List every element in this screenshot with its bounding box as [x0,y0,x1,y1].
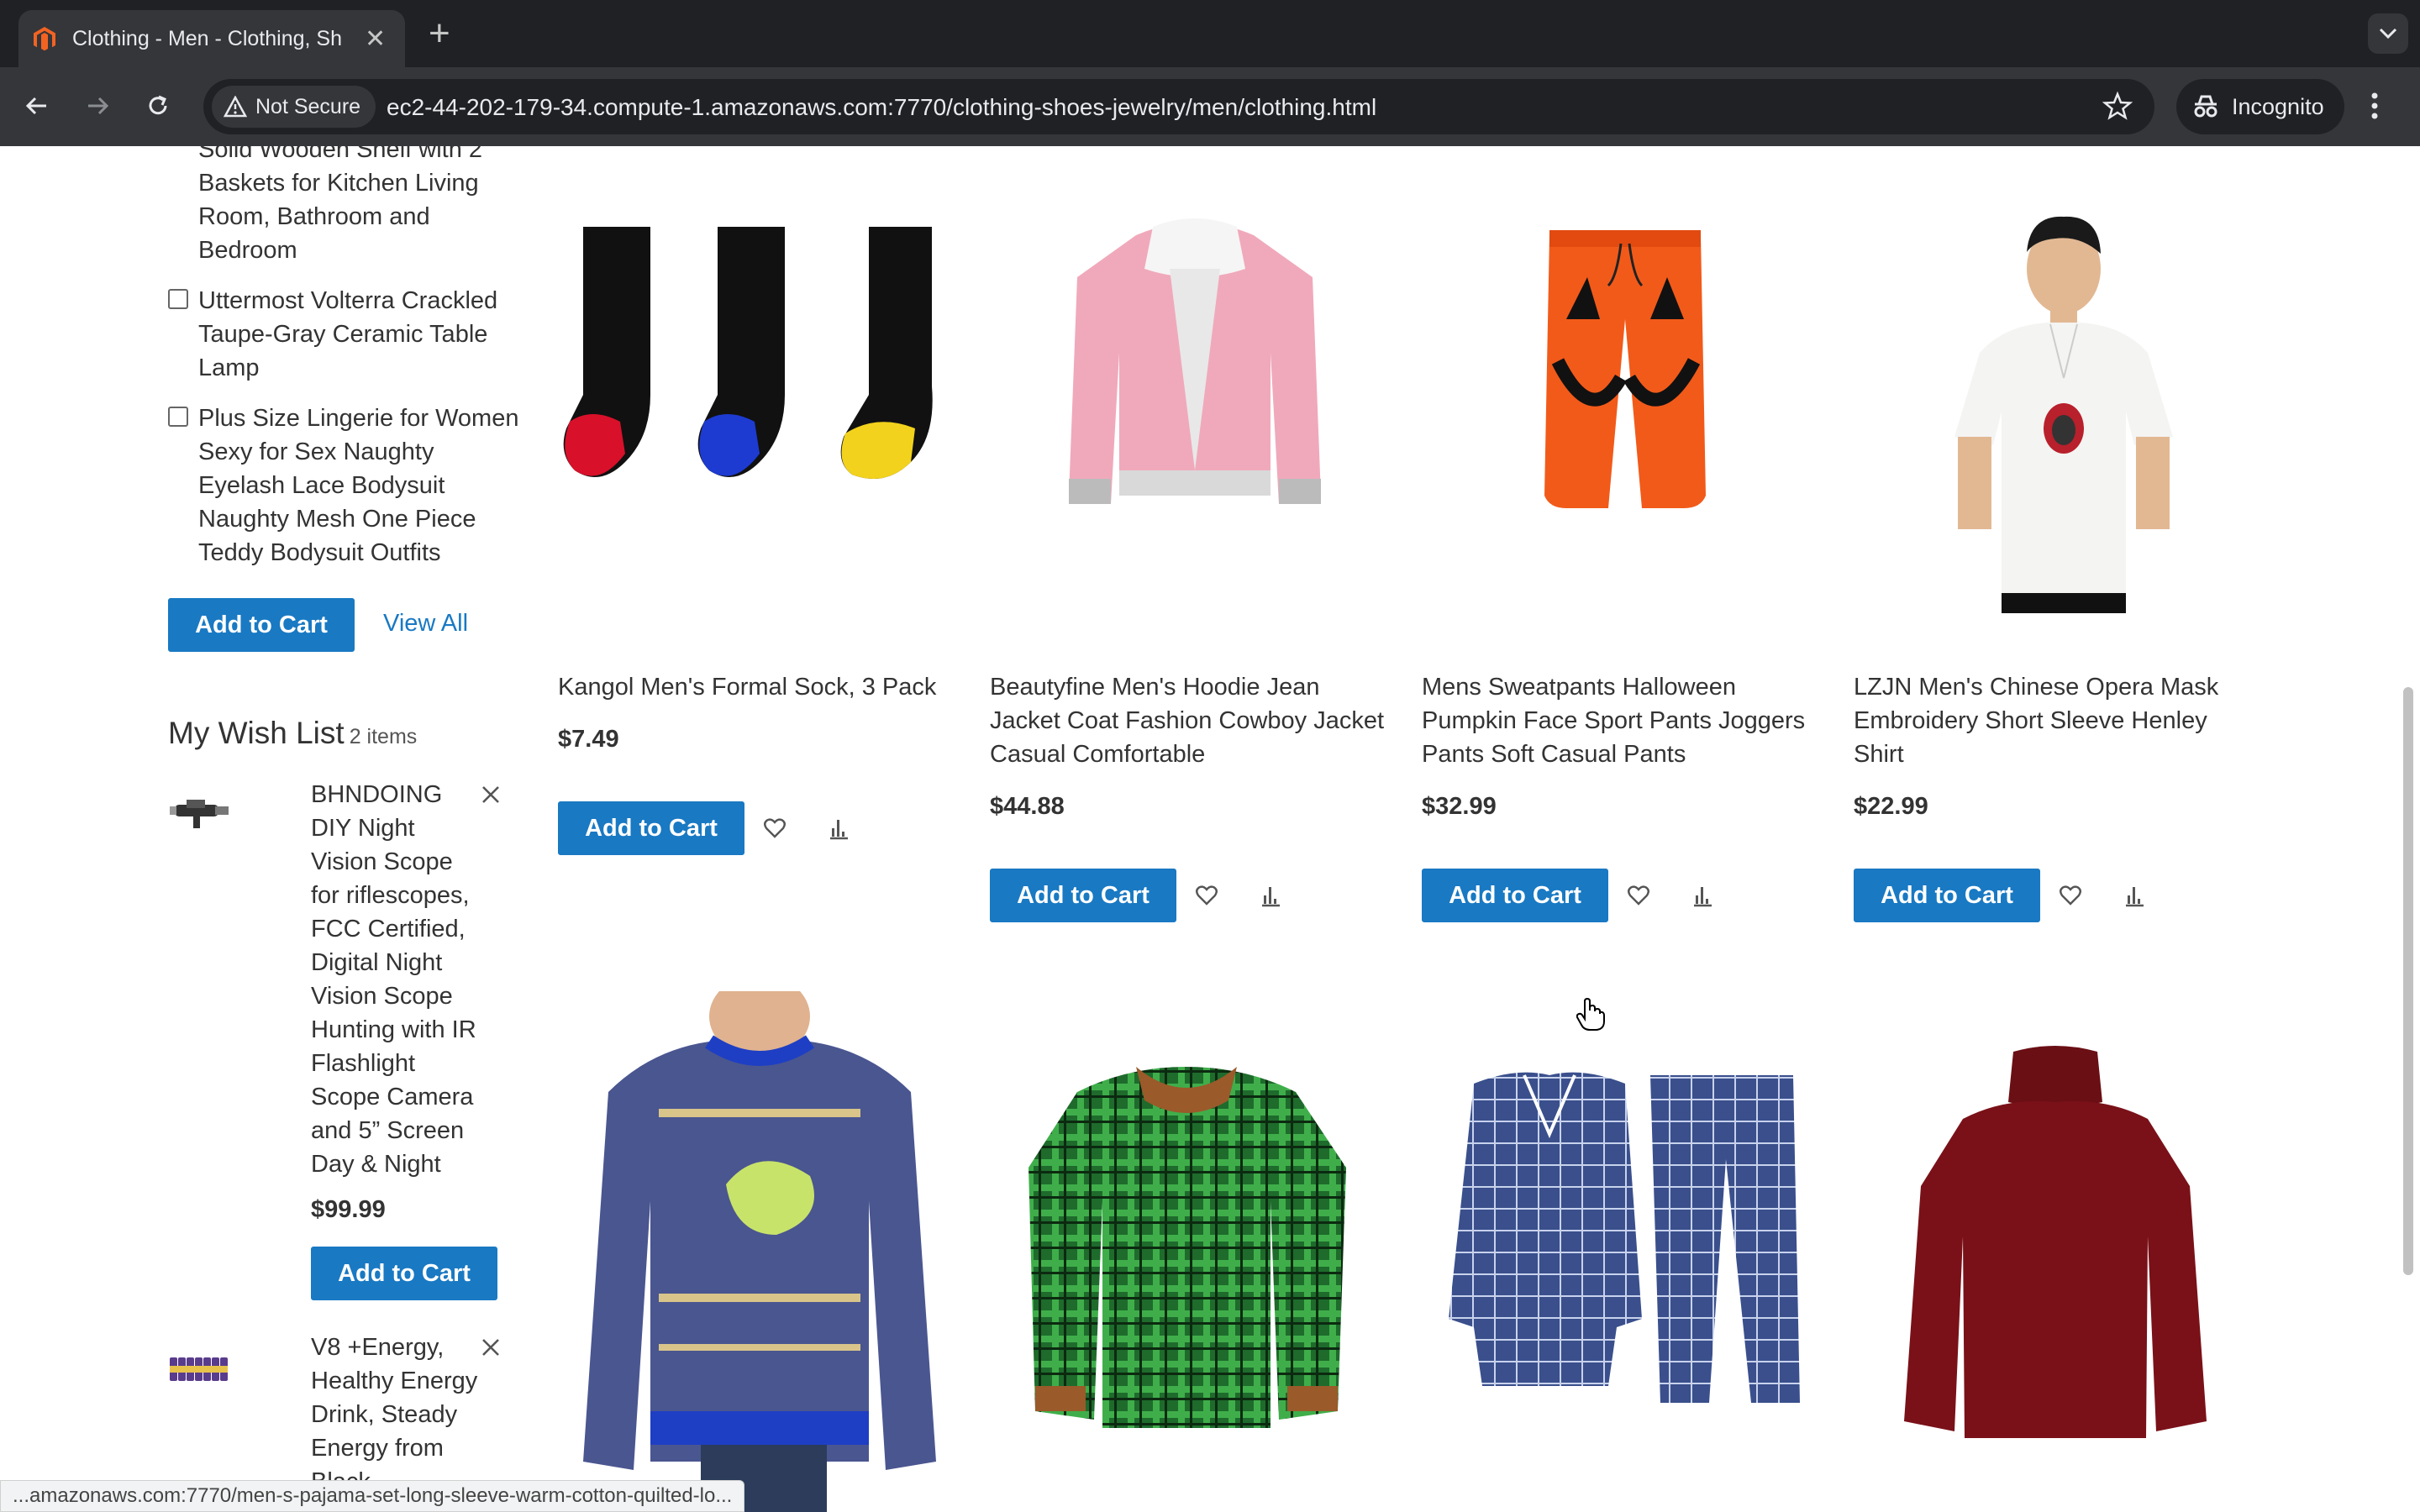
wishlist-title-text: My Wish List [168,716,345,750]
tab-strip: Clothing - Men - Clothing, Sh ✕ + [0,0,2420,67]
compare-chart-icon[interactable] [1687,880,1718,911]
wishlist-title: My Wish List 2 items [168,716,417,751]
wishlist-heart-icon[interactable] [2055,880,2086,911]
wishlist-heart-icon[interactable] [1192,880,1222,911]
forward-button[interactable] [77,86,118,126]
url-text[interactable]: ec2-44-202-179-34.compute-1.amazonaws.co… [387,94,1376,121]
reload-icon [149,95,167,115]
compare-chart-icon[interactable] [2119,880,2149,911]
security-label: Not Secure [255,94,361,118]
browser-tab[interactable]: Clothing - Men - Clothing, Sh ✕ [18,10,405,67]
arrow-right-icon [88,97,109,115]
magento-favicon-icon [32,26,57,51]
compare-add-to-cart-button[interactable]: Add to Cart [168,598,355,652]
add-to-cart-button[interactable]: Add to Cart [990,869,1176,922]
address-bar[interactable]: Not Secure ec2-44-202-179-34.compute-1.a… [203,79,2154,134]
page-scrollbar[interactable] [2403,687,2413,1275]
compare-chart-icon[interactable] [1255,880,1286,911]
wishlist-item-price: $99.99 [311,1196,386,1223]
status-bar-url: ...amazonaws.com:7770/men-s-pajama-set-l… [0,1480,745,1512]
product-price: $44.88 [990,793,1065,820]
compare-item-checkbox[interactable] [168,407,188,427]
product-price: $32.99 [1422,793,1497,820]
new-tab-button[interactable]: + [429,15,450,52]
wishlist-item-thumbnail[interactable] [168,1352,234,1403]
arrow-left-icon [25,97,46,115]
bookmark-star-icon[interactable] [2102,91,2133,125]
view-all-link[interactable]: View All [383,610,468,638]
wishlist-heart-icon[interactable] [760,813,790,843]
product-image-henley-shirt[interactable] [1946,210,2181,613]
incognito-label: Incognito [2232,93,2324,119]
security-chip[interactable]: Not Secure [212,86,376,128]
wishlist-remove-icon[interactable] [481,785,501,809]
product-price: $7.49 [558,726,619,753]
tab-close-icon[interactable]: ✕ [365,24,386,54]
product-image-turtleneck[interactable] [1904,1043,2207,1438]
product-price: $22.99 [1854,793,1928,820]
browser-chrome: Clothing - Men - Clothing, Sh ✕ + Not Se… [0,0,2420,146]
product-name[interactable]: Mens Sweatpants Halloween Pumpkin Face S… [1422,670,1825,771]
compare-item: Plus Size Lingerie for Women Sexy for Se… [168,402,521,570]
back-button[interactable] [17,86,57,126]
product-image-sweatpants[interactable] [1541,227,1709,512]
browser-toolbar: Not Secure ec2-44-202-179-34.compute-1.a… [0,67,2420,146]
compare-item-label[interactable]: Solid Wooden Shelf with 2 Baskets for Ki… [198,146,526,267]
product-image-jacket[interactable] [1060,218,1329,521]
incognito-chip[interactable]: Incognito [2176,79,2344,134]
wishlist-heart-icon[interactable] [1623,880,1654,911]
page-content: Solid Wooden Shelf with 2 Baskets for Ki… [0,146,2420,1512]
chevron-down-icon [2379,28,2397,39]
product-name[interactable]: LZJN Men's Chinese Opera Mask Embroidery… [1854,670,2257,771]
product-image-plaid-shirt[interactable] [1027,1058,1351,1428]
compare-item-label[interactable]: Uttermost Volterra Crackled Taupe-Gray C… [198,284,521,385]
tab-title: Clothing - Men - Clothing, Sh [72,26,342,50]
product-image-christmas-sweater[interactable] [575,974,944,1512]
reload-button[interactable] [138,86,178,126]
incognito-icon [2194,95,2217,118]
wishlist-item-name[interactable]: BHNDOING DIY Night Vision Scope for rifl… [311,778,487,1181]
add-to-cart-button[interactable]: Add to Cart [558,801,744,855]
product-image-socks[interactable] [558,227,953,496]
add-to-cart-button[interactable]: Add to Cart [1854,869,2040,922]
wishlist-count: 2 items [349,725,418,748]
product-name[interactable]: Beautyfine Men's Hoodie Jean Jacket Coat… [990,670,1393,771]
wishlist-add-to-cart-button[interactable]: Add to Cart [311,1247,497,1300]
compare-item: Uttermost Volterra Crackled Taupe-Gray C… [168,284,521,385]
browser-menu-icon[interactable] [2370,89,2380,127]
compare-item-label[interactable]: Plus Size Lingerie for Women Sexy for Se… [198,402,521,570]
tab-search-button[interactable] [2368,13,2408,54]
wishlist-remove-icon[interactable] [481,1337,501,1362]
product-name[interactable]: Kangol Men's Formal Sock, 3 Pack [558,670,961,704]
wishlist-item-name[interactable]: V8 +Energy, Healthy Energy Drink, Steady… [311,1331,487,1499]
wishlist-item-thumbnail[interactable] [168,793,234,843]
compare-chart-icon[interactable] [823,813,854,843]
hand-cursor-icon [1576,997,1605,1036]
compare-item-checkbox[interactable] [168,289,188,309]
compare-item: Solid Wooden Shelf with 2 Baskets for Ki… [198,146,526,267]
add-to-cart-button[interactable]: Add to Cart [1422,869,1608,922]
warning-icon [224,96,247,118]
product-image-pajama-set[interactable] [1440,1067,1802,1411]
